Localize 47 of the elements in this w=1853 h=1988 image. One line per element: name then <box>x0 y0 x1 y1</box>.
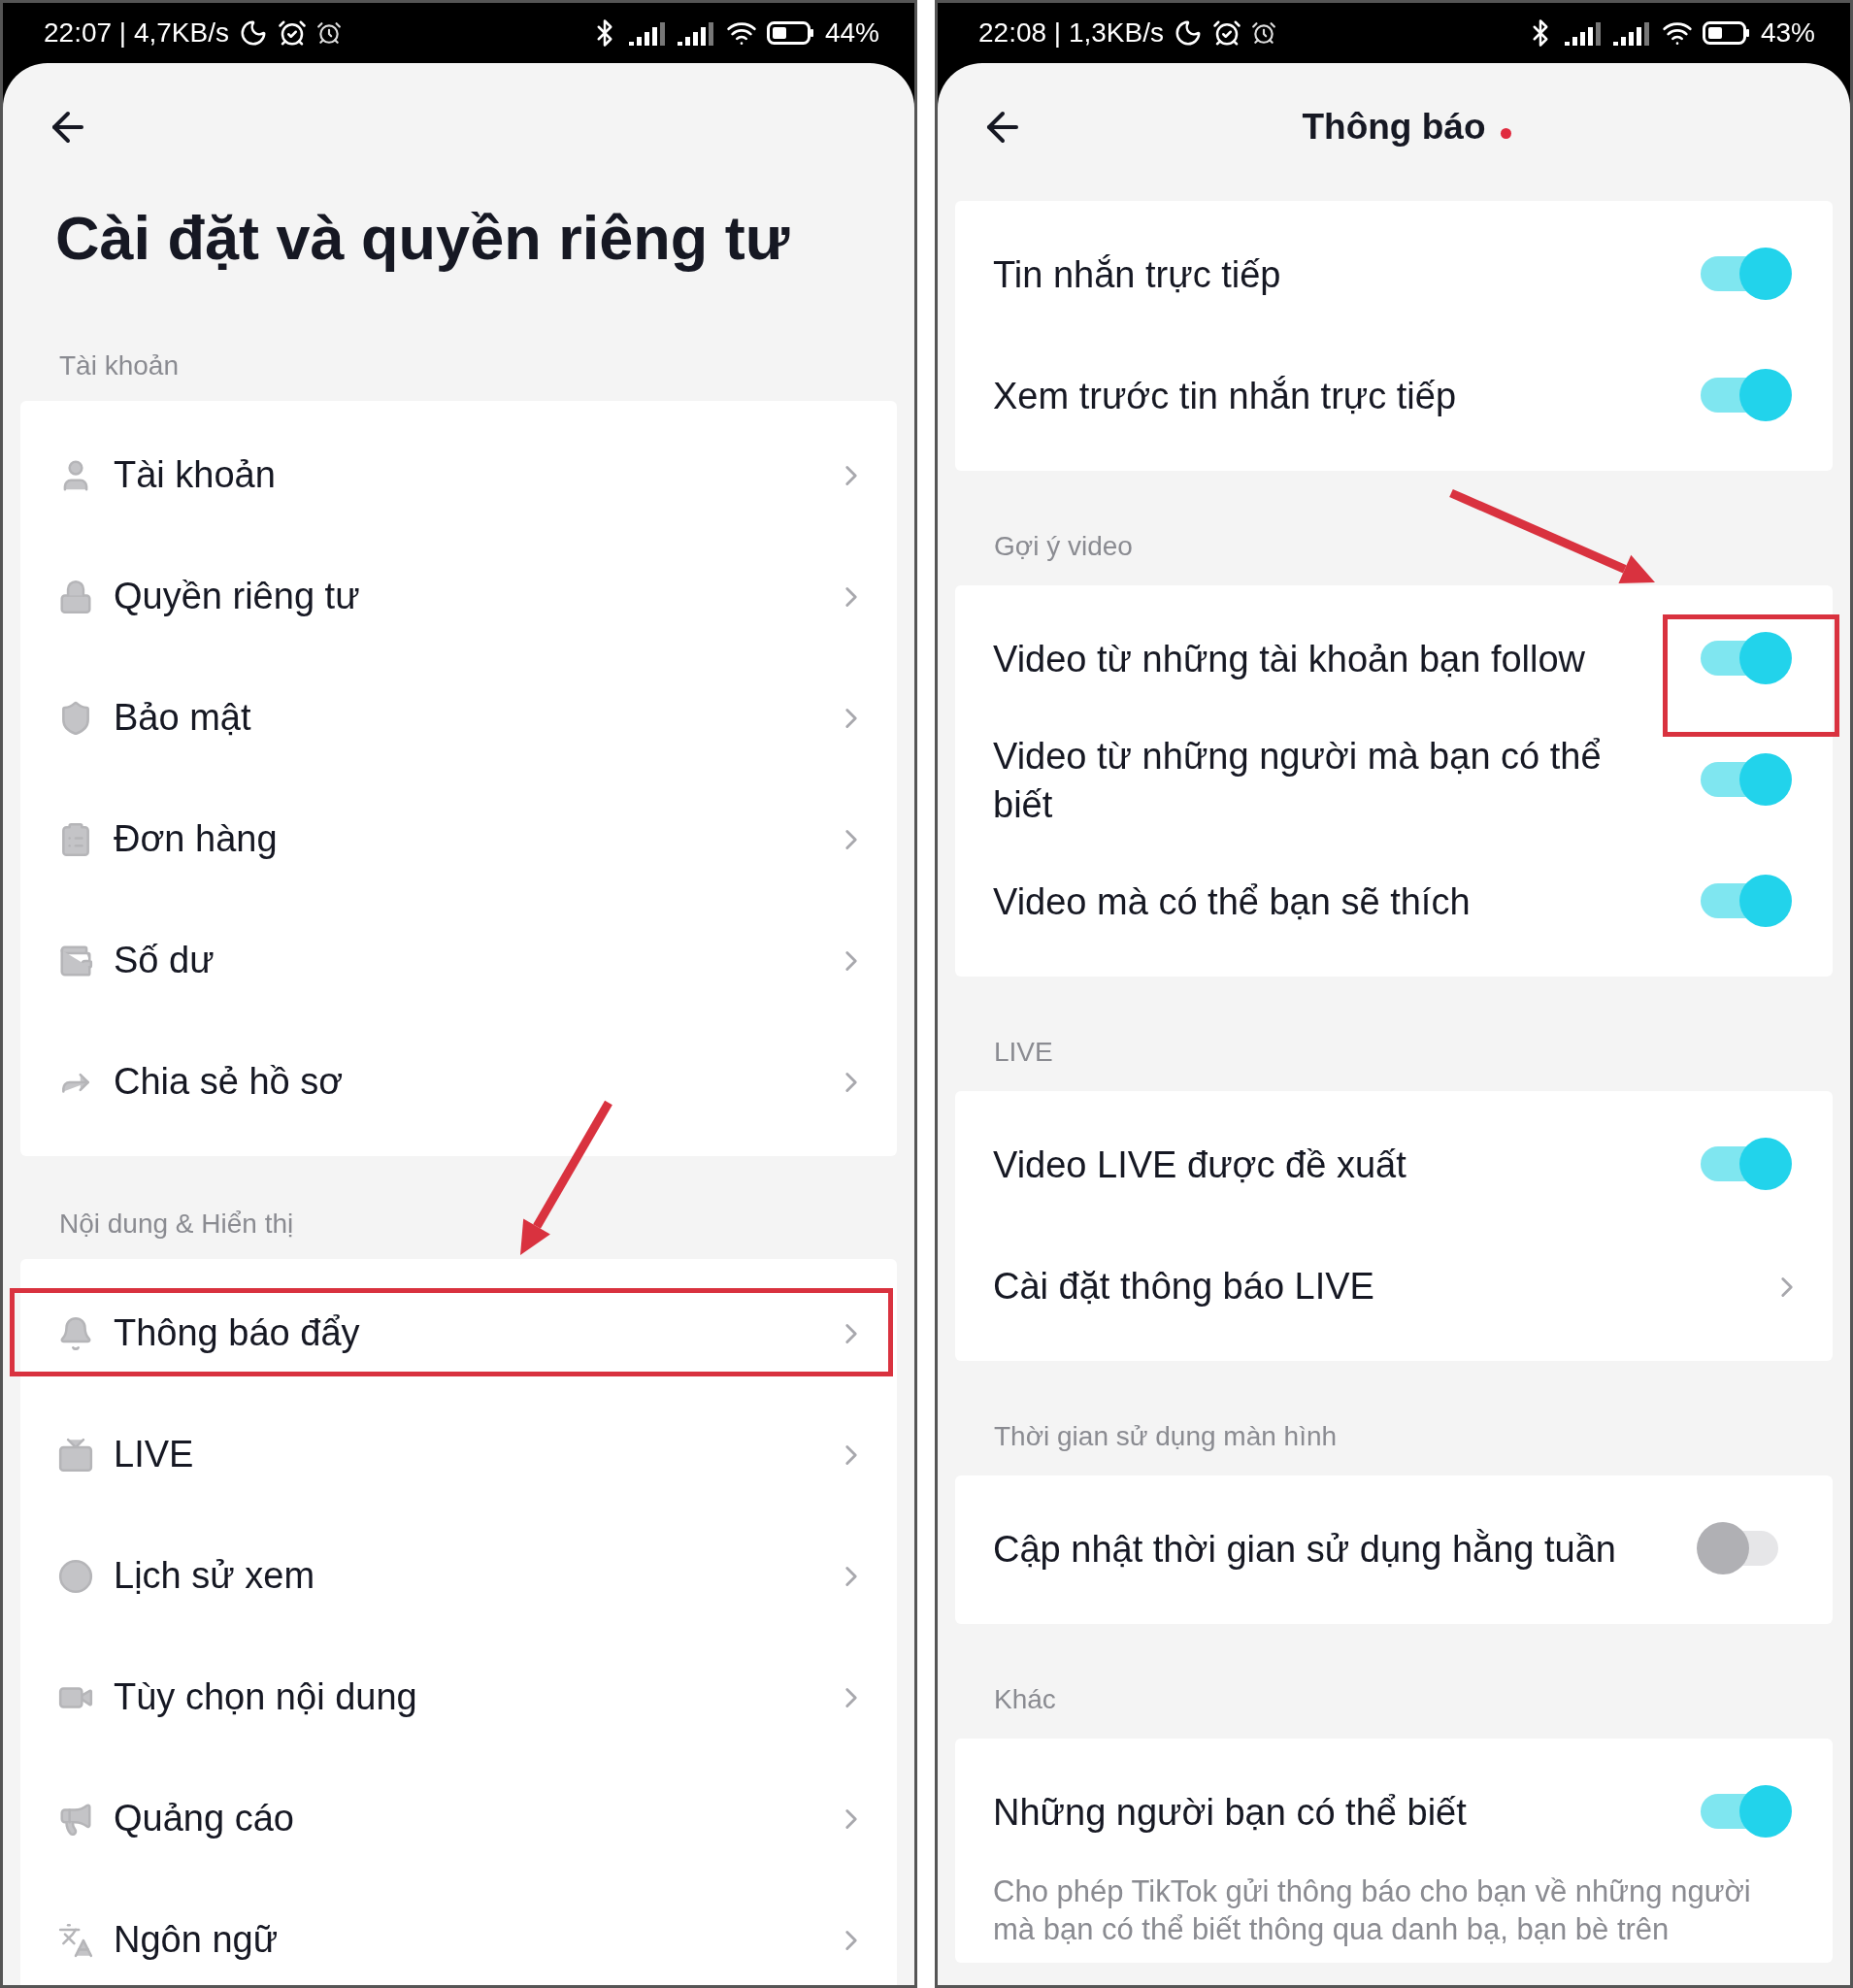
setting-description: Cho phép TikTok gửi thông báo cho bạn về những người mà bạn có thể biết thông qua danh bạ, bạn bè trên <box>993 1873 1752 1948</box>
section-label: Nội dung & Hiển thị <box>58 1208 294 1241</box>
settings-item[interactable]: Chia sẻ hồ sơ <box>20 1021 897 1143</box>
battery-percent: 43% <box>1760 17 1815 49</box>
tv-icon <box>57 1436 94 1474</box>
setting-label: Tin nhắn trực tiếp <box>993 252 1282 297</box>
settings-item[interactable]: Số dư <box>20 900 897 1021</box>
alarm-icon <box>277 18 307 48</box>
lock-icon <box>57 578 94 615</box>
battery-icon <box>766 20 815 46</box>
settings-item[interactable]: Lịch sử xem <box>20 1515 897 1637</box>
section-label: LIVE <box>993 1036 1053 1069</box>
section-label: Thời gian sử dụng màn hình <box>993 1420 1338 1453</box>
settings-item[interactable]: LIVE <box>20 1394 897 1515</box>
settings-item[interactable]: Tùy chọn nội dung <box>20 1637 897 1758</box>
settings-item[interactable]: Quyền riêng tư <box>20 536 897 657</box>
settings-item[interactable]: Quảng cáo <box>20 1758 897 1879</box>
status-time: 22:08 | 1,3KB/s <box>978 17 1164 49</box>
signal-icon <box>1564 20 1604 46</box>
settings-item[interactable]: Cài đặt thông báo LIVE <box>955 1226 1833 1347</box>
page-title: Cài đặt và quyền riêng tư <box>55 203 791 273</box>
settings-item[interactable]: Bảo mật <box>20 657 897 779</box>
setting-label: Xem trước tin nhắn trực tiếp <box>993 374 1458 418</box>
battery-percent: 44% <box>824 17 879 49</box>
section-label: Khác <box>993 1683 1056 1716</box>
settings-item[interactable]: Ngôn ngữ <box>20 1879 897 1985</box>
status-time: 22:07 | 4,7KB/s <box>44 17 229 49</box>
setting-label: Cập nhật thời gian sử dụng hằng tuần <box>993 1527 1617 1572</box>
settings-item[interactable]: Đơn hàng <box>20 779 897 900</box>
battery-icon <box>1702 20 1751 46</box>
alarm-icon <box>1250 20 1276 46</box>
alarm-icon <box>315 20 342 46</box>
alarm-icon <box>1211 18 1241 48</box>
setting-label: Video LIVE được đề xuất <box>993 1143 1407 1187</box>
section-label: Gợi ý video <box>993 530 1133 563</box>
header-title: Thông báo <box>1302 107 1486 147</box>
signal-icon <box>677 20 716 46</box>
settings-item[interactable]: Tài khoản <box>20 414 897 536</box>
setting-label: Video từ những người mà bạn có thể biết <box>993 735 1603 827</box>
setting-label: Video từ những tài khoản bạn follow <box>993 637 1587 681</box>
settings-item[interactable]: Thông báo đẩy <box>20 1273 897 1394</box>
signal-icon <box>1612 20 1652 46</box>
setting-label: Những người bạn có thể biết <box>993 1790 1468 1835</box>
section-label: Tài khoản <box>58 349 179 382</box>
signal-icon <box>628 20 668 46</box>
language-icon <box>57 1921 94 1959</box>
setting-label: Video mà có thể bạn sẽ thích <box>993 879 1472 924</box>
